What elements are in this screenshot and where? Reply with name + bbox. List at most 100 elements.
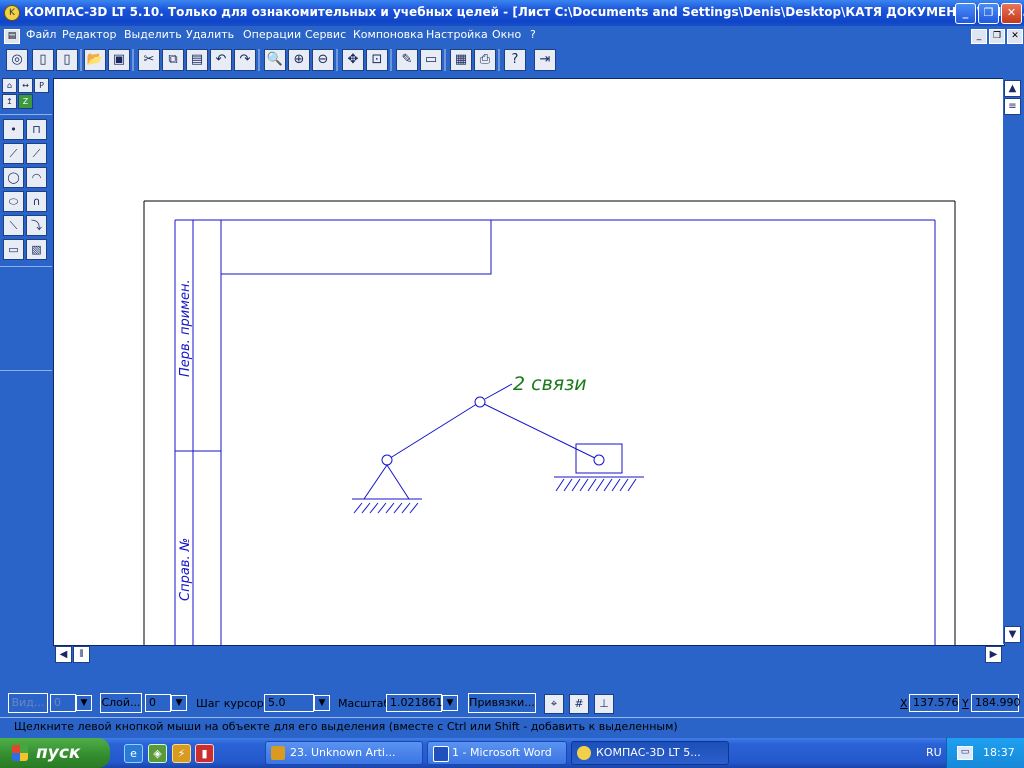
chamfer-icon[interactable]: ⟍	[3, 215, 24, 236]
layer-dropdown-button[interactable]: ▼	[171, 695, 187, 711]
menu-layout[interactable]: Компоновка	[353, 28, 424, 41]
exit-icon[interactable]: ⇥	[534, 49, 556, 71]
properties-icon[interactable]: ▭	[420, 49, 442, 71]
doc-restore-button[interactable]: ❐	[989, 29, 1005, 44]
menu-help[interactable]: ?	[530, 28, 536, 41]
scroll-up-button[interactable]: ▲	[1004, 80, 1021, 97]
zoom-all-icon[interactable]: ⊡	[366, 49, 388, 71]
doc-minimize-button[interactable]: _	[971, 29, 987, 44]
layer-button[interactable]: Слой...	[100, 693, 142, 713]
print-icon[interactable]: ⎙	[474, 49, 496, 71]
scale-field[interactable]: 1.021861	[386, 694, 443, 712]
scroll-down-button[interactable]: ▼	[1004, 626, 1021, 643]
point-icon[interactable]: •	[3, 119, 24, 140]
close-button[interactable]: ✕	[1001, 3, 1022, 24]
new-fragment-icon[interactable]: ▯	[56, 49, 78, 71]
dimensions-tab-icon[interactable]: ↔	[18, 78, 33, 93]
y-coord-field[interactable]: 184.990	[971, 694, 1021, 712]
menu-delete[interactable]: Удалить	[186, 28, 234, 41]
menu-file[interactable]: Файл	[26, 28, 56, 41]
language-indicator[interactable]: RU	[926, 746, 942, 759]
open-icon[interactable]: 📂	[84, 49, 106, 71]
vertical-scroll-thumb[interactable]: ≡	[1004, 98, 1021, 115]
pan-icon[interactable]: ✥	[342, 49, 364, 71]
view-button[interactable]: Вид...	[8, 693, 48, 713]
menu-service[interactable]: Сервис	[305, 28, 346, 41]
menu-settings[interactable]: Настройка	[426, 28, 488, 41]
parallel-segment-icon[interactable]: ⟋	[26, 143, 47, 164]
task-kompas[interactable]: КОМПАС-3D LT 5...	[571, 741, 729, 765]
scroll-left-button[interactable]: ◀	[55, 646, 72, 663]
rectangle-icon[interactable]: ▭	[3, 239, 24, 260]
x-coord-label: X	[900, 697, 908, 710]
zoom-icon[interactable]: 🔍	[264, 49, 286, 71]
horizontal-scroll-thumb[interactable]: ⦀	[73, 646, 90, 663]
auxiliary-line-icon[interactable]: ⊓	[26, 119, 47, 140]
layer-field[interactable]: 0	[145, 694, 171, 712]
zoom-in-icon[interactable]: ⊕	[288, 49, 310, 71]
view-dropdown-button[interactable]: ▼	[76, 695, 92, 711]
paste-icon[interactable]: ▤	[186, 49, 208, 71]
task-winamp[interactable]: 23. Unknown Arti...	[265, 741, 423, 765]
snaps-button[interactable]: Привязки...	[468, 693, 536, 713]
winamp-quicklaunch-icon[interactable]: ⚡	[172, 744, 191, 763]
new-document-icon[interactable]: ▯	[32, 49, 54, 71]
kompas-app-icon[interactable]: K	[4, 5, 20, 21]
local-cs-icon[interactable]: ⊥	[594, 694, 614, 714]
print-preview-icon[interactable]: ▦	[450, 49, 472, 71]
minimize-button[interactable]: _	[955, 3, 976, 24]
menu-window[interactable]: Окно	[492, 28, 521, 41]
view-field[interactable]: 0	[50, 694, 76, 712]
scale-label: Масштаб	[338, 697, 391, 710]
cursor-step-field[interactable]: 5.0	[264, 694, 314, 712]
ellipse-icon[interactable]: ⬭	[3, 191, 24, 212]
label-perv-primen: Перв. примен.	[178, 279, 193, 377]
ie-quicklaunch-icon[interactable]: e	[124, 744, 143, 763]
edit-tab-icon[interactable]: Z	[18, 94, 33, 109]
desktop-quicklaunch-icon[interactable]: ◈	[148, 744, 167, 763]
marks-tab-icon[interactable]: ↥	[2, 94, 17, 109]
hatch-icon[interactable]: ▧	[26, 239, 47, 260]
main-toolbar: ◎ ▯ ▯ 📂 ▣ ✂ ⧉ ▤ ↶ ↷ 🔍 ⊕ ⊖ ✥ ⊡ ✎ ▭ ▦ ⎙ ? …	[0, 45, 1024, 76]
undo-icon[interactable]: ↶	[210, 49, 232, 71]
redo-icon[interactable]: ↷	[234, 49, 256, 71]
tray-app-icon[interactable]: ▭	[957, 746, 973, 760]
vertical-scrollbar[interactable]: ▲ ≡ ▼	[1003, 78, 1022, 644]
scale-dropdown-button[interactable]: ▼	[442, 695, 458, 711]
save-icon[interactable]: ▣	[108, 49, 130, 71]
x-coord-field[interactable]: 137.576	[909, 694, 959, 712]
cursor-step-dropdown-button[interactable]: ▼	[314, 695, 330, 711]
menu-operations[interactable]: Операции	[243, 28, 301, 41]
copy-icon[interactable]: ⧉	[162, 49, 184, 71]
taskbar: пуск e ◈ ⚡ ▮ 23. Unknown Arti... 1 - Mic…	[0, 738, 1024, 768]
document-menu-icon[interactable]: ▤	[4, 29, 20, 44]
zoom-out-icon[interactable]: ⊖	[312, 49, 334, 71]
arc-icon[interactable]: ◠	[26, 167, 47, 188]
windows-flag-icon	[12, 745, 28, 761]
spline-icon[interactable]: ∩	[26, 191, 47, 212]
parameters-tab-icon[interactable]: P	[34, 78, 49, 93]
horizontal-scrollbar[interactable]: ◀ ⦀ ▶	[53, 646, 1003, 664]
scroll-right-button[interactable]: ▶	[985, 646, 1002, 663]
new-view-icon[interactable]: ◎	[6, 49, 28, 71]
circle-icon[interactable]: ◯	[3, 167, 24, 188]
annotation-text[interactable]: 2 связи	[513, 373, 587, 395]
task-word[interactable]: 1 - Microsoft Word	[427, 741, 567, 765]
drawing-canvas[interactable]: Перв. примен. Справ. № 2 связи	[53, 78, 1005, 646]
doc-close-button[interactable]: ✕	[1007, 29, 1023, 44]
fillet-icon[interactable]: ⤵	[26, 215, 47, 236]
geometry-tab-icon[interactable]: ⌂	[2, 78, 17, 93]
grid-icon[interactable]: #	[569, 694, 589, 714]
layers-icon[interactable]: ✎	[396, 49, 418, 71]
help-context-icon[interactable]: ?	[504, 49, 526, 71]
cut-icon[interactable]: ✂	[138, 49, 160, 71]
media-quicklaunch-icon[interactable]: ▮	[195, 744, 214, 763]
segment-icon[interactable]: ⟋	[3, 143, 24, 164]
support-hatch	[353, 502, 419, 514]
start-button[interactable]: пуск	[0, 738, 110, 768]
menu-select[interactable]: Выделить	[124, 28, 182, 41]
menu-editor[interactable]: Редактор	[62, 28, 117, 41]
snap-settings-icon[interactable]: ⌖	[544, 694, 564, 714]
maximize-button[interactable]: ❐	[978, 3, 999, 24]
mechanism-sketch	[352, 383, 644, 514]
